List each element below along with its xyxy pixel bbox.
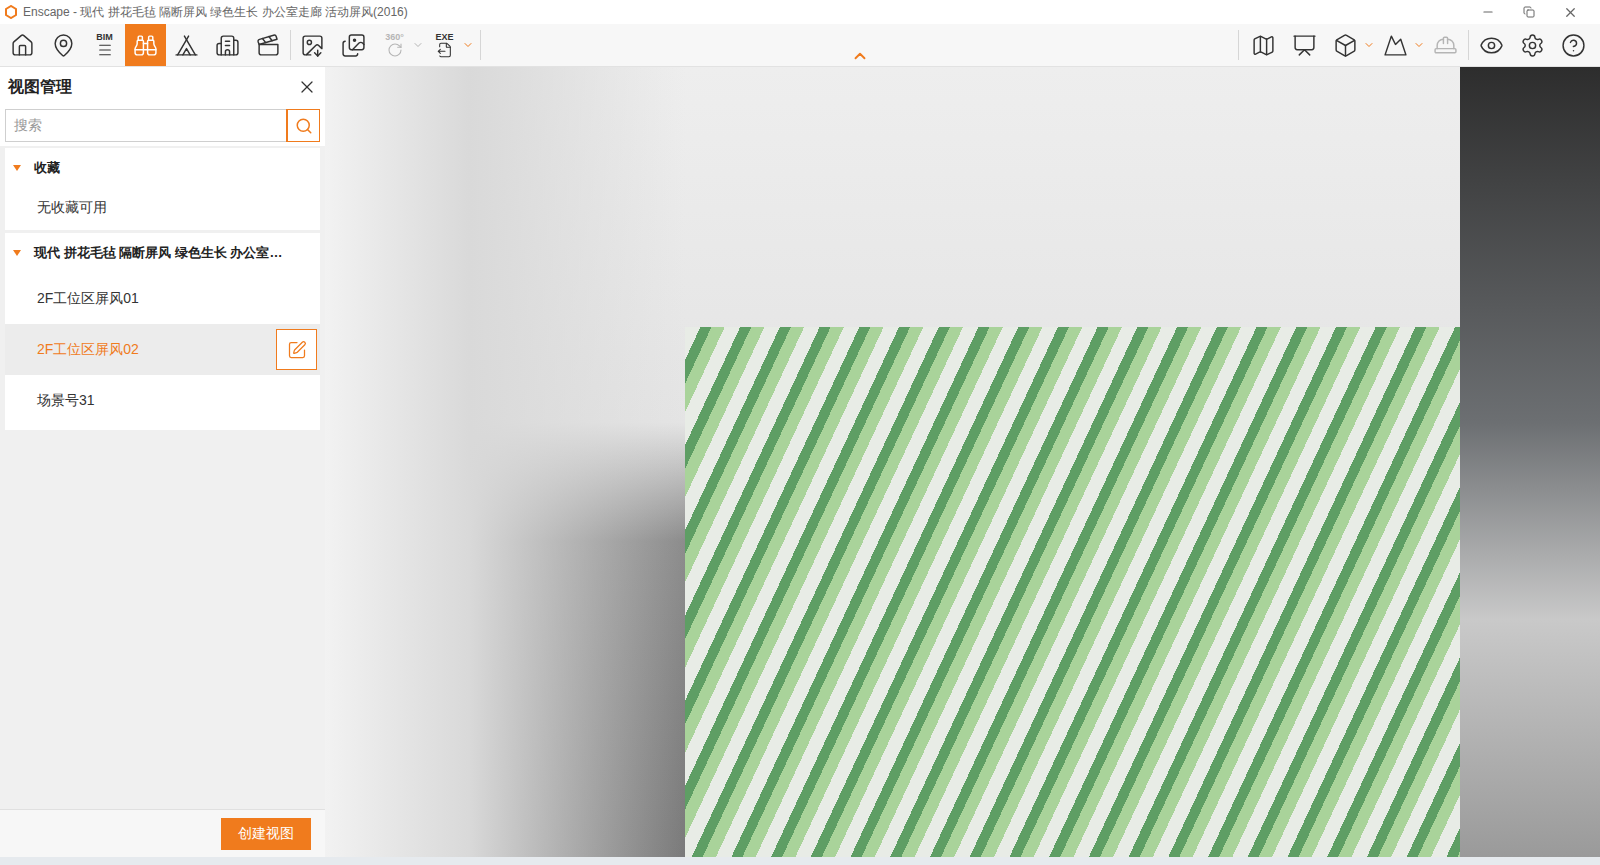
edit-icon bbox=[287, 340, 307, 360]
panorama-icon bbox=[387, 42, 403, 58]
section-icon bbox=[1333, 33, 1358, 58]
toolbar-button[interactable] bbox=[333, 24, 374, 66]
bim-icon bbox=[97, 42, 113, 58]
bottom-strip bbox=[0, 857, 1600, 865]
asset-library-icon bbox=[1292, 33, 1317, 58]
toolbar-button[interactable] bbox=[1425, 24, 1466, 66]
minimize-icon[interactable] bbox=[1481, 5, 1495, 19]
clapperboard-icon bbox=[256, 33, 281, 58]
search-placeholder: 搜索 bbox=[6, 110, 287, 141]
view-item[interactable]: 场景号31 bbox=[5, 375, 320, 426]
view-item[interactable]: 2F工位区屏风02 bbox=[5, 324, 320, 375]
search-field[interactable]: 搜索 bbox=[5, 109, 320, 142]
buildings-icon bbox=[215, 33, 240, 58]
expand-icon[interactable] bbox=[12, 248, 22, 258]
toolbar-label: BIM bbox=[96, 32, 113, 42]
toolbar-separator bbox=[290, 30, 291, 60]
search-icon bbox=[295, 117, 313, 135]
gear-icon bbox=[1520, 33, 1545, 58]
empty-text: 无收藏可用 bbox=[5, 188, 320, 226]
group-name: 收藏 bbox=[34, 158, 60, 178]
toolbar-separator bbox=[1468, 30, 1469, 60]
toolbar-button[interactable] bbox=[1512, 24, 1553, 66]
toolbar-label: EXE bbox=[435, 32, 453, 42]
dropdown-icon[interactable] bbox=[462, 39, 474, 51]
group-header[interactable]: 现代 拼花毛毡 隔断屏风 绿色生长 办公室… bbox=[5, 233, 320, 273]
toolbar-button[interactable]: BIM bbox=[84, 24, 125, 66]
toolbar-button[interactable] bbox=[292, 24, 333, 66]
panel-title: 视图管理 bbox=[8, 75, 72, 99]
toolbar-button[interactable] bbox=[1284, 24, 1325, 66]
view-management-panel: 视图管理搜索收藏无收藏可用现代 拼花毛毡 隔断屏风 绿色生长 办公室… 2F工位区… bbox=[0, 67, 325, 857]
close-panel-icon[interactable] bbox=[297, 77, 317, 97]
toolbar-button[interactable] bbox=[248, 24, 289, 66]
restore-icon[interactable] bbox=[1523, 6, 1535, 18]
dropdown-icon[interactable] bbox=[1363, 39, 1375, 51]
toolbar-button[interactable] bbox=[1553, 24, 1594, 66]
edit-view-button[interactable] bbox=[276, 329, 317, 370]
view-label: 2F工位区屏风01 bbox=[37, 288, 139, 309]
toolbar: BIM 360° EXE bbox=[0, 24, 1600, 67]
group-header[interactable]: 收藏 bbox=[5, 148, 320, 188]
toolbar-button[interactable] bbox=[43, 24, 84, 66]
dropdown-icon[interactable] bbox=[1413, 39, 1425, 51]
dropdown-icon[interactable] bbox=[412, 39, 424, 51]
screenshot-icon bbox=[300, 33, 325, 58]
atmosphere-icon bbox=[1383, 33, 1408, 58]
toolbar-button[interactable] bbox=[125, 24, 166, 66]
toolbar-button[interactable]: 360° bbox=[374, 24, 424, 66]
binoculars-icon bbox=[133, 33, 158, 58]
render-viewport[interactable] bbox=[325, 67, 1600, 857]
tree-icon bbox=[174, 33, 199, 58]
toolbar-separator bbox=[480, 30, 481, 60]
view-group: 收藏无收藏可用 bbox=[5, 148, 320, 230]
toolbar-button[interactable]: EXE bbox=[424, 24, 474, 66]
panel-header: 视图管理 bbox=[0, 67, 325, 107]
map-icon bbox=[1251, 33, 1276, 58]
view-group: 现代 拼花毛毡 隔断屏风 绿色生长 办公室… 2F工位区屏风01 2F工位区屏风02… bbox=[5, 233, 320, 430]
toolbar-button[interactable] bbox=[1471, 24, 1512, 66]
location-icon bbox=[51, 33, 76, 58]
home-icon bbox=[10, 33, 35, 58]
panel-footer: 创建视图 bbox=[0, 809, 325, 857]
toolbar-button[interactable] bbox=[207, 24, 248, 66]
window-title: Enscape - 现代 拼花毛毡 隔断屏风 绿色生长 办公室走廊 活动屏风(2… bbox=[23, 3, 408, 21]
group-name: 现代 拼花毛毡 隔断屏风 绿色生长 办公室… bbox=[34, 243, 282, 263]
toolbar-button[interactable] bbox=[2, 24, 43, 66]
app-window: Enscape - 现代 拼花毛毡 隔断屏风 绿色生长 办公室走廊 活动屏风(2… bbox=[0, 0, 1600, 865]
create-view-button[interactable]: 创建视图 bbox=[221, 818, 311, 850]
view-label: 2F工位区屏风02 bbox=[37, 339, 139, 360]
help-icon bbox=[1561, 33, 1586, 58]
toolbar-button[interactable] bbox=[1325, 24, 1375, 66]
toolbar-button[interactable] bbox=[1243, 24, 1284, 66]
expand-icon[interactable] bbox=[12, 163, 22, 173]
enscape-logo-icon bbox=[4, 5, 18, 19]
export-icon bbox=[437, 42, 453, 58]
toolbar-separator bbox=[1238, 30, 1239, 60]
visual-settings-icon bbox=[1479, 33, 1504, 58]
toolbar-label: 360° bbox=[385, 32, 404, 42]
vr-headset-icon bbox=[1433, 33, 1458, 58]
close-window-icon[interactable] bbox=[1563, 5, 1578, 20]
title-bar: Enscape - 现代 拼花毛毡 隔断屏风 绿色生长 办公室走廊 活动屏风(2… bbox=[0, 0, 1600, 24]
search-button[interactable] bbox=[287, 110, 319, 141]
toolbar-button[interactable] bbox=[166, 24, 207, 66]
view-item[interactable]: 2F工位区屏风01 bbox=[5, 273, 320, 324]
batch-render-icon bbox=[341, 33, 366, 58]
view-label: 场景号31 bbox=[37, 390, 95, 411]
collapse-toolbar-icon[interactable] bbox=[851, 47, 869, 65]
toolbar-button[interactable] bbox=[1375, 24, 1425, 66]
